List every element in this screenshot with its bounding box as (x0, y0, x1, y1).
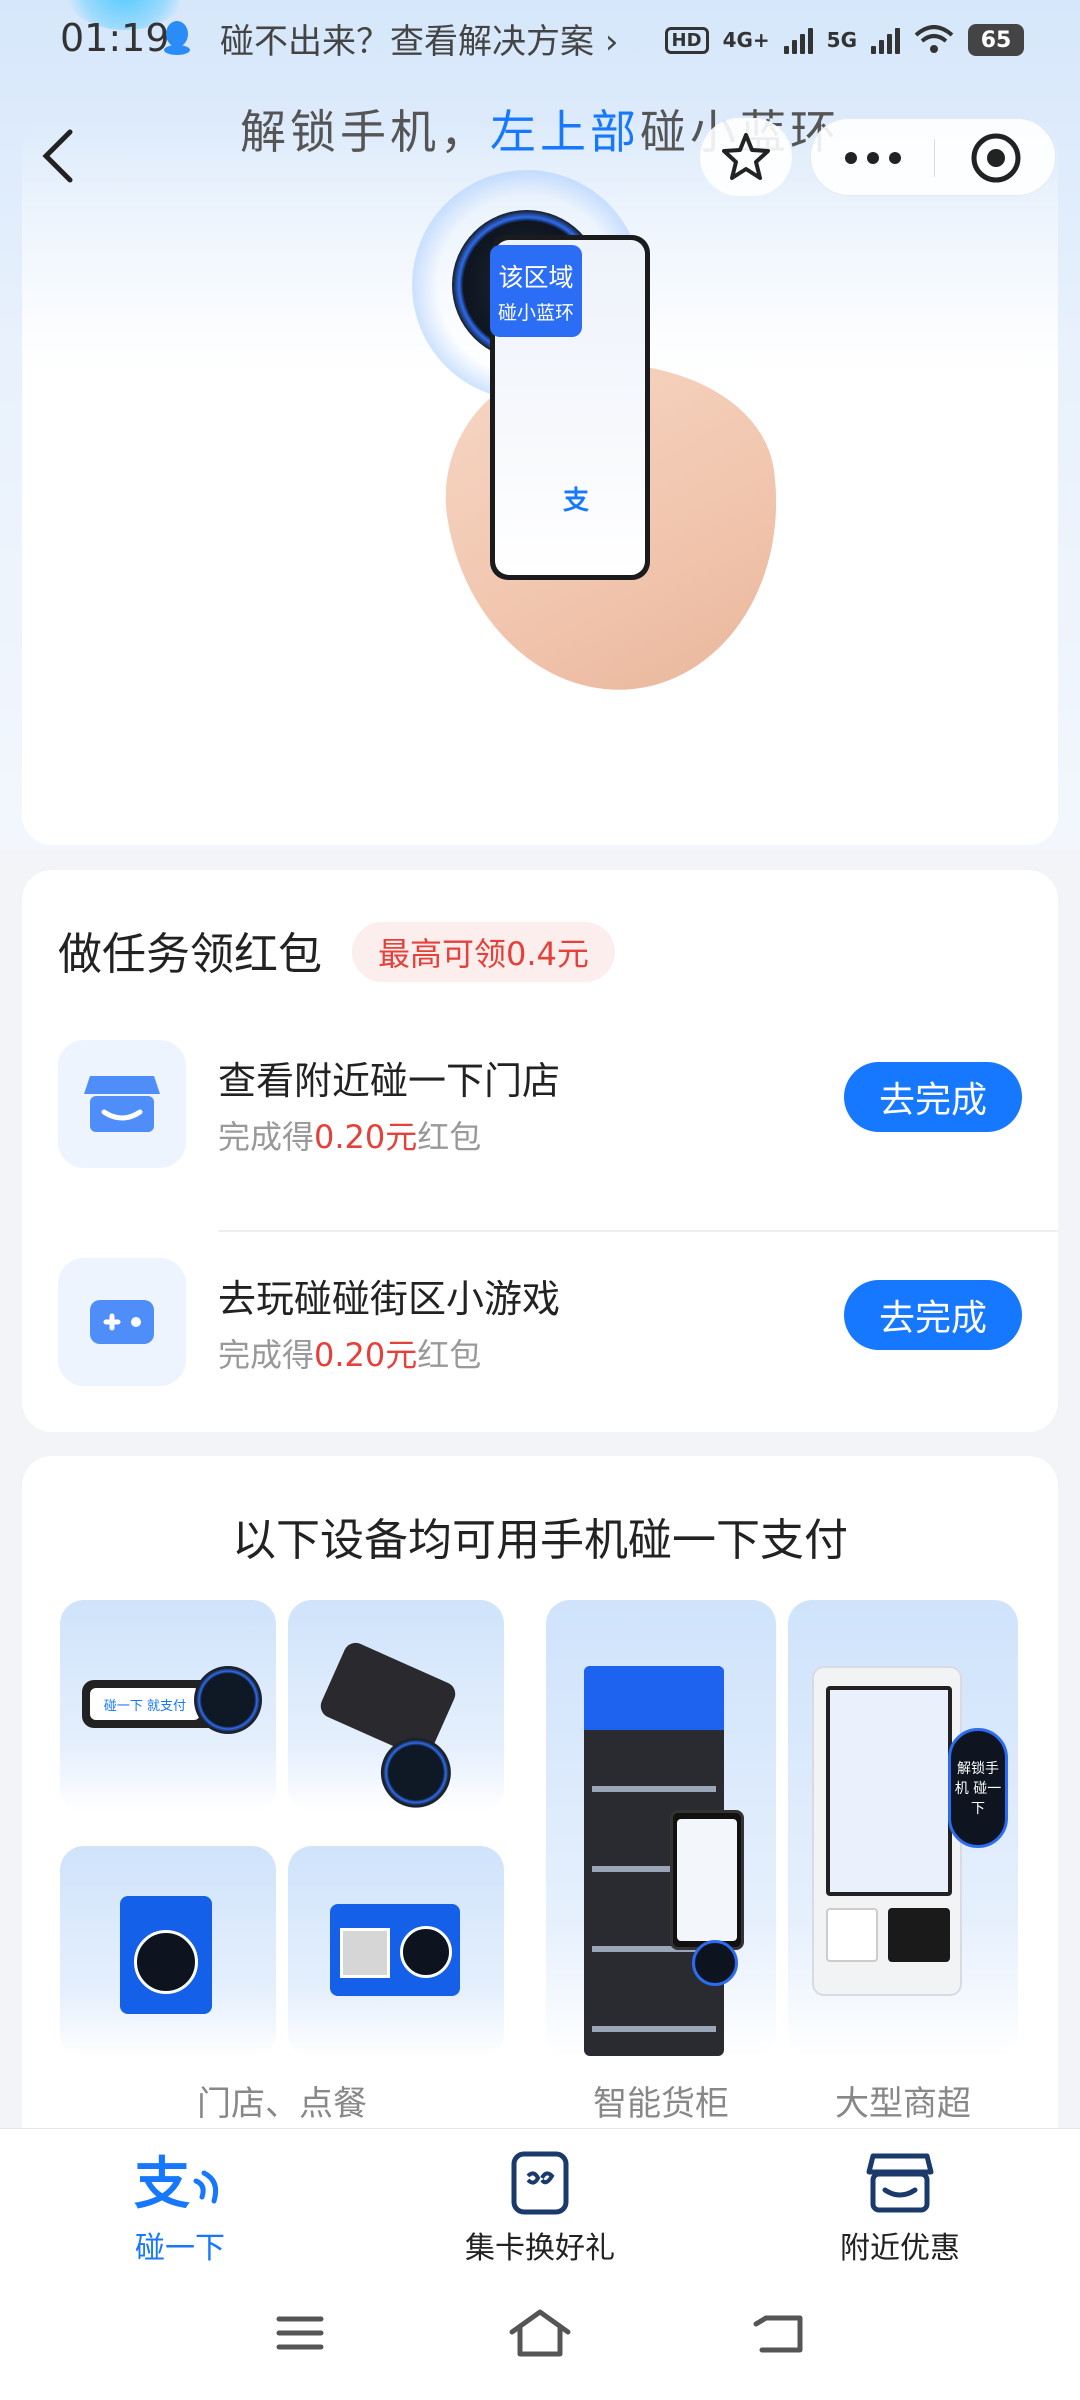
reward-amount: 0.20元 (314, 1118, 418, 1156)
complete-task-button[interactable]: 去完成 (844, 1280, 1022, 1350)
blue-ring-device (134, 1930, 198, 1994)
menu-lines-icon (276, 2316, 324, 2350)
device-tile-smart-cabinet (546, 1600, 776, 2058)
devices-card: 以下设备均可用手机碰一下支付 碰一下 就支付 解锁手机 碰一下 门店、点餐 智能… (22, 1456, 1058, 2136)
status-time: 01:19 (60, 16, 170, 60)
back-nav-button[interactable] (740, 2298, 820, 2368)
target-close-icon (971, 133, 1020, 183)
home-button[interactable] (500, 2298, 580, 2368)
nav-label: 碰一下 (135, 2231, 225, 2266)
device-tile-qr-stand (288, 1846, 504, 2058)
nav-label: 附近优惠 (840, 2231, 960, 2266)
task-reward: 完成得0.20元红包 (218, 1330, 481, 1376)
tap-stand-image (120, 1896, 212, 2014)
kiosk-scanner (888, 1908, 950, 1962)
blue-ring-device (380, 1737, 451, 1808)
nav-item-cards[interactable]: 集卡换好礼 (420, 2143, 660, 2266)
kiosk-tap-device: 解锁手机 碰一下 (948, 1728, 1008, 1848)
reward-suffix: 红包 (417, 1336, 482, 1374)
hd-voice-icon: HD (664, 26, 709, 54)
qq-icon (164, 21, 190, 55)
signal-bars-icon-2 (871, 26, 900, 54)
terminal-screen-text: 碰一下 就支付 (90, 1688, 200, 1720)
title-prefix: 解锁手机， (240, 105, 490, 159)
cabinet-tablet (670, 1810, 744, 1950)
shop-icon (850, 2147, 950, 2219)
qr-code-icon (340, 1928, 390, 1978)
status-icons: HD 4G+ 5G 65 (664, 20, 1024, 60)
cabinet-shelf (592, 1786, 716, 1792)
status-bar: 01:19 碰不出来？查看解决方案 › HD 4G+ 5G 65 (0, 0, 1080, 80)
nav-label: 集卡换好礼 (465, 2231, 615, 2266)
reward-prefix: 完成得 (218, 1118, 315, 1156)
qr-tap-stand-image (330, 1904, 460, 1996)
reward-suffix: 红包 (417, 1118, 482, 1156)
caption-smart-cabinet: 智能货柜 (593, 2084, 729, 2124)
home-icon (509, 2309, 571, 2357)
task-name: 查看附近碰一下门店 (218, 1059, 561, 1103)
task-row: 去玩碰碰街区小游戏 完成得0.20元红包 去完成 (22, 1238, 1058, 1428)
reward-prefix: 完成得 (218, 1336, 315, 1374)
card-icon (490, 2147, 590, 2219)
caption-supermarket: 大型商超 (835, 2084, 971, 2124)
device-tile-stand (60, 1846, 276, 2058)
help-tip-text: 碰不出来？查看解决方案 (220, 22, 594, 62)
alipay-tap-icon: 支 (130, 2147, 230, 2219)
smart-cabinet-image (584, 1666, 744, 2056)
task-name: 去玩碰碰街区小游戏 (218, 1277, 561, 1321)
max-reward-badge: 最高可领0.4元 (352, 922, 615, 982)
nav-item-nearby[interactable]: 附近优惠 (780, 2143, 1020, 2266)
gamepad-icon (58, 1258, 186, 1386)
device-tile-pos-terminal: 碰一下 就支付 (60, 1600, 276, 1812)
cabinet-header (584, 1666, 724, 1730)
svg-text:支: 支 (134, 2152, 190, 2215)
pos-terminal-image: 碰一下 就支付 (82, 1666, 262, 1734)
card-reader-image (316, 1639, 460, 1808)
tap-area-line2: 碰小蓝环 (497, 301, 574, 324)
task-section-title: 做任务领红包 (58, 929, 322, 980)
blue-ring-device (400, 1926, 452, 1978)
task-divider (218, 1230, 1058, 1232)
return-icon (753, 2315, 803, 2353)
title-highlight: 左上部 (490, 105, 640, 159)
close-mini-program-button[interactable] (934, 119, 1057, 197)
kiosk-printer (826, 1908, 878, 1962)
recent-apps-button[interactable] (260, 2298, 340, 2368)
signal-bars-icon (783, 26, 813, 54)
device-tile-kiosk: 解锁手机 碰一下 (788, 1600, 1018, 2058)
tap-illustration: 支 该区域 碰小蓝环 (390, 160, 802, 712)
blue-ring-device (692, 1940, 738, 1986)
task-card: 做任务领红包 最高可领0.4元 查看附近碰一下门店 完成得0.20元红包 去完成… (22, 870, 1058, 1432)
device-tile-card-reader (288, 1600, 504, 1812)
more-button[interactable] (811, 119, 934, 197)
more-dots-icon (844, 152, 901, 164)
battery-indicator: 65 (968, 24, 1024, 56)
wifi-icon (914, 25, 954, 53)
kiosk-screen (826, 1686, 952, 1896)
blue-ring-device (194, 1666, 262, 1734)
alipay-logo-icon: 支 (563, 486, 590, 516)
bottom-nav: 支 碰一下 集卡换好礼 附近优惠 (0, 2128, 1080, 2268)
devices-section-title: 以下设备均可用手机碰一下支付 (232, 1515, 848, 1566)
store-icon (58, 1040, 186, 1168)
cabinet-shelf (592, 2026, 716, 2032)
task-row: 查看附近碰一下门店 完成得0.20元红包 去完成 (22, 1020, 1058, 1232)
network-type-4g: 4G+ (722, 28, 770, 52)
cabinet-tablet-screen (677, 1819, 737, 1941)
chevron-right-icon: › (604, 22, 619, 62)
network-type-5g: 5G (826, 28, 857, 52)
tap-area-tag: 该区域 碰小蓝环 (490, 245, 582, 337)
nav-item-tap[interactable]: 支 碰一下 (60, 2143, 300, 2266)
system-nav-bar (0, 2268, 1080, 2400)
self-checkout-kiosk-image: 解锁手机 碰一下 (812, 1666, 1008, 1996)
complete-task-button[interactable]: 去完成 (844, 1062, 1022, 1132)
task-reward: 完成得0.20元红包 (218, 1112, 481, 1158)
help-tip-link[interactable]: 碰不出来？查看解决方案 › (220, 14, 618, 63)
caption-store: 门店、点餐 (197, 2084, 367, 2124)
mini-program-capsule (810, 118, 1056, 196)
reward-amount: 0.20元 (314, 1336, 418, 1374)
tap-area-line1: 该区域 (498, 262, 574, 292)
